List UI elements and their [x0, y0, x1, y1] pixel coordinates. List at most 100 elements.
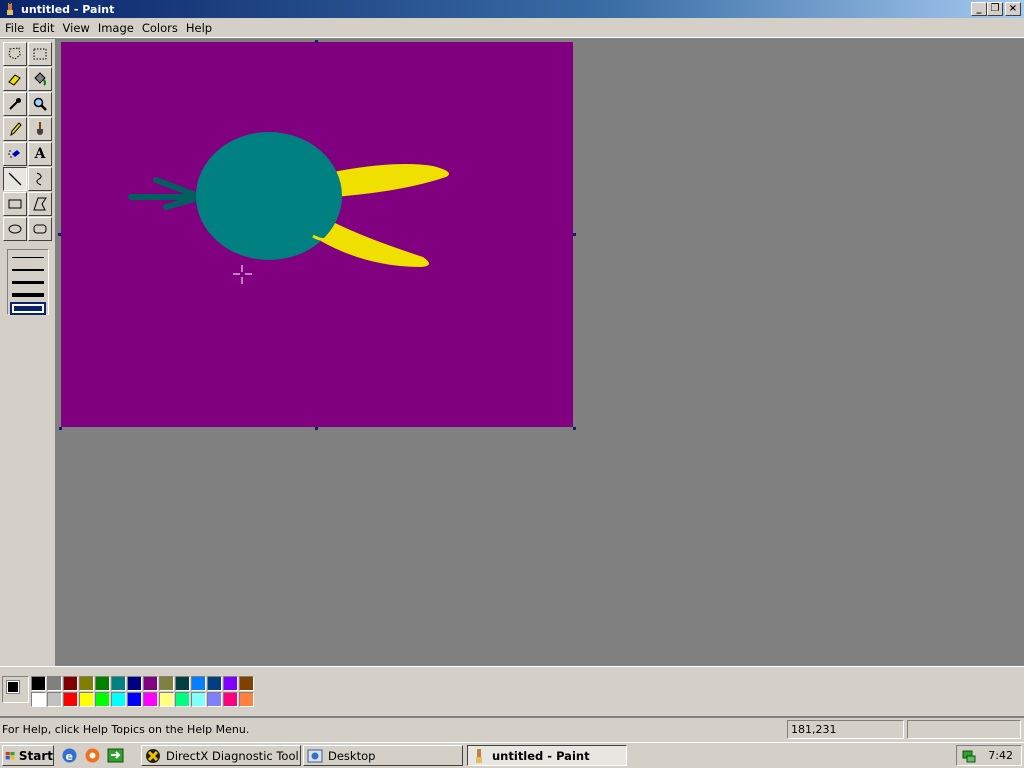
menu-image[interactable]: Image — [96, 21, 140, 35]
clock[interactable]: 7:42 — [988, 749, 1013, 762]
status-help-text: For Help, click Help Topics on the Help … — [2, 723, 250, 736]
start-button[interactable]: Start — [2, 745, 54, 766]
close-button[interactable]: × — [1005, 2, 1021, 16]
minimize-button[interactable]: _ — [971, 2, 987, 16]
select-icon — [33, 48, 47, 60]
color-swatch[interactable] — [95, 692, 110, 707]
task-desktop[interactable]: Desktop — [303, 745, 463, 766]
color-swatch[interactable] — [111, 676, 126, 691]
color-swatch[interactable] — [191, 692, 206, 707]
color-swatch[interactable] — [239, 692, 254, 707]
color-swatch[interactable] — [143, 676, 158, 691]
color-swatch[interactable] — [159, 692, 174, 707]
color-swatch[interactable] — [111, 692, 126, 707]
lower-wing — [319, 217, 430, 267]
color-swatch[interactable] — [127, 676, 142, 691]
resize-handle-bottom-left[interactable] — [59, 427, 62, 430]
menu-bar: File Edit View Image Colors Help — [0, 18, 1024, 38]
system-tray: 7:42 — [956, 745, 1022, 766]
window-title: untitled - Paint — [21, 2, 115, 16]
tool-free-form-select[interactable] — [3, 42, 27, 66]
color-swatch[interactable] — [223, 676, 238, 691]
tool-line[interactable] — [3, 167, 27, 191]
tool-eraser[interactable] — [3, 67, 27, 91]
color-swatch[interactable] — [31, 676, 46, 691]
paint-app-icon — [7, 2, 13, 15]
toolbox: A — [0, 39, 56, 666]
media-player-quicklaunch-icon[interactable] — [84, 747, 101, 764]
resize-handle-right-mid[interactable] — [573, 233, 576, 236]
color-swatch[interactable] — [31, 692, 46, 707]
color-swatch[interactable] — [95, 676, 110, 691]
resize-handle-top-mid[interactable] — [315, 40, 318, 43]
menu-edit[interactable]: Edit — [30, 21, 60, 35]
tool-rectangle[interactable] — [3, 192, 27, 216]
show-desktop-quicklaunch-icon[interactable] — [107, 747, 124, 764]
color-swatch[interactable] — [159, 676, 174, 691]
upper-wing — [333, 164, 450, 197]
color-swatch[interactable] — [63, 692, 78, 707]
color-swatch[interactable] — [143, 692, 158, 707]
line-width-1[interactable] — [12, 257, 44, 258]
rectangle-icon — [8, 199, 22, 209]
tool-text[interactable]: A — [28, 142, 52, 166]
tool-airbrush[interactable] — [3, 142, 27, 166]
network-tray-icon[interactable] — [961, 748, 977, 764]
desktop-folder-icon — [307, 749, 323, 762]
eyedropper-icon — [9, 98, 21, 110]
magnifier-icon — [33, 97, 47, 111]
menu-view[interactable]: View — [61, 21, 96, 35]
color-swatch[interactable] — [47, 676, 62, 691]
tool-magnifier[interactable] — [28, 92, 52, 116]
task-directx-diagnostic[interactable]: DirectX Diagnostic Tool — [141, 745, 301, 766]
foreground-color — [6, 680, 20, 694]
resize-handle-left-mid[interactable] — [58, 233, 61, 236]
color-swatch[interactable] — [175, 692, 190, 707]
tool-brush[interactable] — [28, 117, 52, 141]
color-swatch[interactable] — [223, 692, 238, 707]
pencil-icon — [10, 122, 22, 137]
tool-rounded-rectangle[interactable] — [28, 217, 52, 241]
svg-text:e: e — [66, 750, 73, 763]
crosshair-cursor-icon — [233, 265, 252, 284]
airbrush-icon — [8, 150, 20, 158]
menu-help[interactable]: Help — [184, 21, 218, 35]
tool-pick-color[interactable] — [3, 92, 27, 116]
color-swatch[interactable] — [191, 676, 206, 691]
task-paint[interactable]: untitled - Paint — [467, 745, 627, 766]
color-swatch[interactable] — [47, 692, 62, 707]
tool-pencil[interactable] — [3, 117, 27, 141]
resize-handle-bottom-mid[interactable] — [315, 427, 318, 430]
color-swatch[interactable] — [239, 676, 254, 691]
ie-quicklaunch-icon[interactable]: e — [61, 747, 78, 764]
color-swatch[interactable] — [175, 676, 190, 691]
menu-colors[interactable]: Colors — [140, 21, 184, 35]
drawing-canvas[interactable] — [61, 42, 573, 427]
current-colors[interactable] — [2, 676, 29, 703]
title-bar: untitled - Paint _ ❐ × — [0, 0, 1024, 18]
menu-file[interactable]: File — [3, 21, 30, 35]
tool-curve[interactable] — [28, 167, 52, 191]
rounded-rectangle-icon — [33, 224, 47, 234]
status-selection-size — [907, 720, 1021, 739]
color-swatch[interactable] — [207, 692, 222, 707]
tool-select[interactable] — [28, 42, 52, 66]
tool-polygon[interactable] — [28, 192, 52, 216]
color-swatch[interactable] — [207, 676, 222, 691]
line-width-2[interactable] — [12, 269, 44, 271]
resize-handle-bottom-right[interactable] — [573, 427, 576, 430]
line-width-3[interactable] — [12, 281, 44, 284]
fill-bucket-icon — [34, 72, 46, 86]
windows-logo-icon — [5, 751, 15, 759]
color-swatch[interactable] — [63, 676, 78, 691]
restore-button[interactable]: ❐ — [987, 2, 1003, 16]
tool-fill[interactable] — [28, 67, 52, 91]
color-swatch[interactable] — [127, 692, 142, 707]
line-width-5-selected[interactable] — [10, 302, 46, 315]
task-label: Desktop — [328, 748, 376, 763]
line-width-4[interactable] — [12, 293, 44, 297]
color-swatch[interactable] — [79, 692, 94, 707]
tool-ellipse[interactable] — [3, 217, 27, 241]
taskbar: Start e DirectX Diagnostic Tool Desktop … — [0, 742, 1024, 768]
color-swatch[interactable] — [79, 676, 94, 691]
